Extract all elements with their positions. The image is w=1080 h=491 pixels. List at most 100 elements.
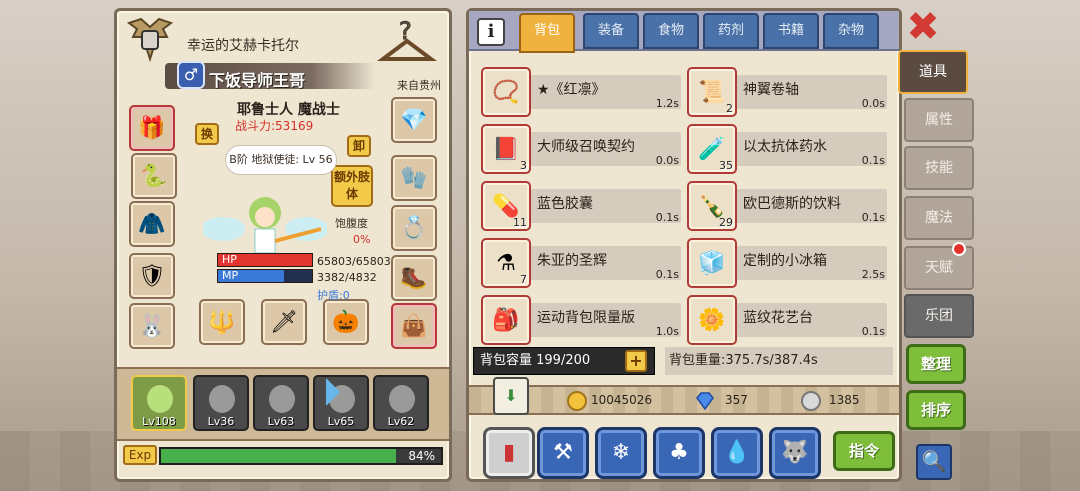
expand-capacity-button[interactable]: + xyxy=(625,350,647,372)
side-tab-talent[interactable]: 天赋 xyxy=(904,242,974,290)
race-class-text: 耶鲁士人 魔战士 xyxy=(237,102,340,118)
member-portrait-icon xyxy=(269,385,295,413)
inventory-item[interactable]: 📿 ★《红凛》 1.2s xyxy=(481,67,681,117)
side-tab-attributes[interactable]: 属性 xyxy=(904,98,974,142)
cloak-slot[interactable]: 🧥 xyxy=(129,201,175,247)
team-member-2[interactable]: Lv36 xyxy=(193,375,249,431)
potion-icon: 🧪 xyxy=(698,136,726,162)
team-strip: Lv108 Lv36 Lv63 Lv65 Lv62 xyxy=(117,367,449,441)
organize-button[interactable]: 整理 xyxy=(906,344,966,384)
sort-button[interactable]: 排序 xyxy=(906,390,966,430)
unequip-button[interactable]: 卸 xyxy=(347,135,371,157)
pet-slot[interactable]: 🐰 xyxy=(129,303,175,349)
weapon-slot-2[interactable]: 🗡 xyxy=(261,299,307,345)
water-drop-skill-icon[interactable]: 💧 xyxy=(711,427,763,479)
team-next-arrow-icon[interactable] xyxy=(326,378,340,406)
beast-skill-icon[interactable]: 🐺 xyxy=(769,427,821,479)
male-gender-icon: ♂ xyxy=(177,61,205,89)
flower-stand-icon: 🌼 xyxy=(698,307,726,333)
satiety-label: 饱腹度 xyxy=(335,217,368,230)
cloak-icon: 🧥 xyxy=(138,211,166,237)
team-member-4[interactable]: Lv65 xyxy=(313,375,369,431)
notification-dot-icon xyxy=(952,242,966,256)
close-icon[interactable]: ✖ xyxy=(906,7,940,47)
silver-coin-icon xyxy=(801,391,821,411)
tab-bag[interactable]: 背包 xyxy=(519,13,575,53)
glove-slot[interactable]: 🧤 xyxy=(391,155,437,201)
item-name: 神翼卷轴 xyxy=(743,82,799,98)
inventory-item[interactable]: 🧪 35 以太抗体药水 0.1s xyxy=(687,124,887,174)
snowflake-skill-icon[interactable]: ❄ xyxy=(595,427,647,479)
ring-slot[interactable]: 💍 xyxy=(391,205,437,251)
inventory-item[interactable]: ⚗ 7 朱亚的圣辉 0.1s xyxy=(481,238,681,288)
tab-food[interactable]: 食物 xyxy=(643,13,699,49)
boots-slot[interactable]: 🥾 xyxy=(391,255,437,301)
tree-skill-icon[interactable]: ♣ xyxy=(653,427,705,479)
gold-value: 10045026 xyxy=(591,393,653,407)
item-frame: 🎒 xyxy=(481,295,531,345)
item-frame: 📕 3 xyxy=(481,124,531,174)
hanger-icon[interactable]: ? xyxy=(377,17,437,67)
inventory-item[interactable]: 🍾 29 欧巴德斯的饮料 0.1s xyxy=(687,181,887,231)
item-count: 35 xyxy=(719,159,733,172)
mp-value: 3382/4832 xyxy=(317,271,377,284)
helmet-slot[interactable]: 🎁 xyxy=(129,105,175,151)
collar-icon: 📿 xyxy=(492,79,520,105)
member-portrait-icon xyxy=(209,385,235,413)
item-name: ★《红凛》 xyxy=(537,82,606,98)
member-level: Lv36 xyxy=(207,415,235,428)
bottle-icon: 🍾 xyxy=(698,193,726,219)
side-tab-items[interactable]: 道具 xyxy=(898,50,968,94)
tab-potion[interactable]: 药剂 xyxy=(703,13,759,49)
command-button[interactable]: 指令 xyxy=(833,431,895,471)
silver-value: 1385 xyxy=(829,393,860,407)
team-member-3[interactable]: Lv63 xyxy=(253,375,309,431)
axe-skill-icon[interactable]: ⚒ xyxy=(537,427,589,479)
inventory-item[interactable]: 📕 3 大师级召唤契约 0.0s xyxy=(481,124,681,174)
inventory-item[interactable]: 📜 2 神翼卷轴 0.0s xyxy=(687,67,887,117)
side-tab-skills[interactable]: 技能 xyxy=(904,146,974,190)
tab-equipment[interactable]: 装备 xyxy=(583,13,639,49)
info-icon[interactable]: i xyxy=(477,18,505,46)
weapon-slot-3[interactable]: 🎃 xyxy=(323,299,369,345)
gem-amulet-icon: 💎 xyxy=(400,107,428,133)
side-tab-band[interactable]: 乐团 xyxy=(904,294,974,338)
necklace-slot[interactable]: 🐍 xyxy=(131,153,177,199)
accessory-slot[interactable]: 👜 xyxy=(391,303,437,349)
tab-misc[interactable]: 杂物 xyxy=(823,13,879,49)
gem-value: 357 xyxy=(725,393,748,407)
item-name: 朱亚的圣辉 xyxy=(537,253,607,269)
inventory-item[interactable]: 💊 11 蓝色胶囊 0.1s xyxy=(481,181,681,231)
item-frame: 🧪 35 xyxy=(687,124,737,174)
inventory-item[interactable]: 🎒 运动背包限量版 1.0s xyxy=(481,295,681,345)
exp-row: Exp 84% xyxy=(121,445,447,467)
download-sort-icon[interactable]: ⬇ xyxy=(493,377,529,415)
extra-limb-button[interactable]: 额外肢体 xyxy=(331,165,373,207)
guild-title: 幸运的艾赫卡托尔 xyxy=(187,38,299,54)
amulet-slot[interactable]: 💎 xyxy=(391,97,437,143)
member-level: Lv65 xyxy=(327,415,355,428)
side-tab-magic[interactable]: 魔法 xyxy=(904,196,974,240)
inventory-item[interactable]: 🧊 定制的小冰箱 2.5s xyxy=(687,238,887,288)
swap-button[interactable]: 换 xyxy=(195,123,219,145)
card-swap-icon[interactable]: ▮ xyxy=(483,427,535,479)
team-member-5[interactable]: Lv62 xyxy=(373,375,429,431)
armor-slot[interactable]: 🛡 xyxy=(129,253,175,299)
team-member-1[interactable]: Lv108 xyxy=(131,375,187,431)
combat-power: 战斗力:53169 xyxy=(235,119,314,133)
flask-icon: ⚗ xyxy=(496,250,516,276)
item-weight: 0.1s xyxy=(655,268,679,281)
serpent-icon: 🐍 xyxy=(140,163,168,189)
pet-status-bubble: B阶 地狱使徒: Lv 56 xyxy=(225,145,337,175)
item-count: 7 xyxy=(520,273,527,286)
side-tab-talent-label: 天赋 xyxy=(925,260,953,276)
item-weight: 0.0s xyxy=(655,154,679,167)
search-icon[interactable]: 🔍 xyxy=(916,444,952,480)
hp-label: HP xyxy=(222,253,237,266)
member-portrait-icon xyxy=(147,385,173,413)
inventory-item[interactable]: 🌼 蓝纹花艺台 0.1s xyxy=(687,295,887,345)
gold-coin-icon xyxy=(567,391,587,411)
tab-books[interactable]: 书籍 xyxy=(763,13,819,49)
diamond-icon xyxy=(696,392,714,411)
weapon-slot-1[interactable]: 🔱 xyxy=(199,299,245,345)
